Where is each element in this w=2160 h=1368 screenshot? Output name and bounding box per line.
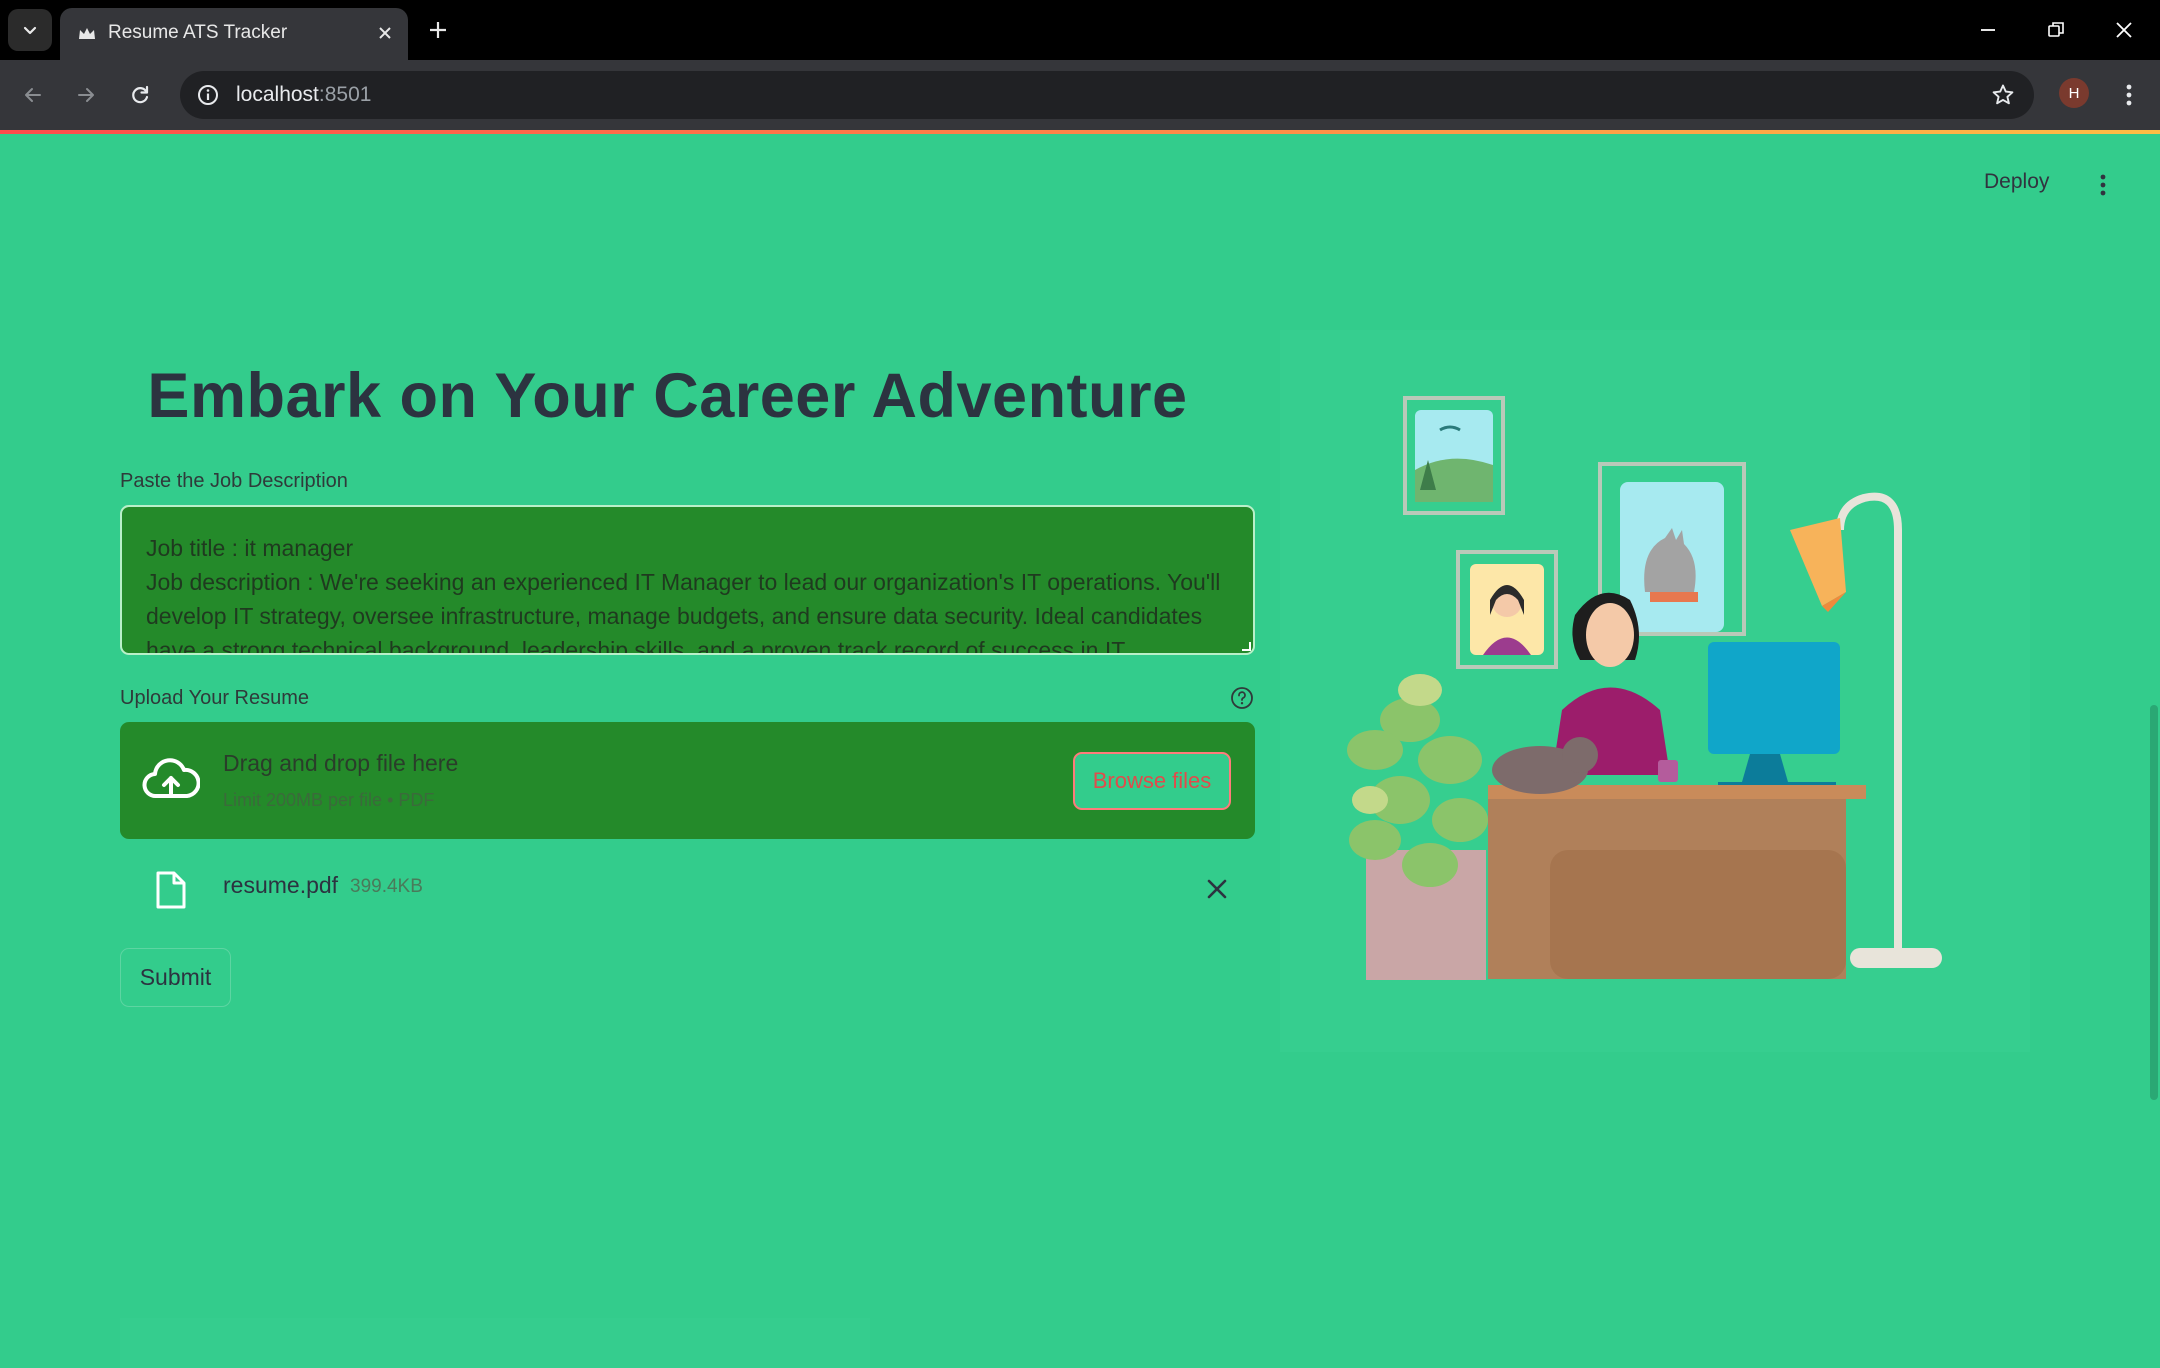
- resize-handle[interactable]: [1242, 642, 1251, 651]
- browser-tab-bar: Resume ATS Tracker: [0, 0, 2160, 60]
- url-text: localhost:8501: [236, 83, 372, 106]
- app-menu-icon[interactable]: [2090, 170, 2116, 200]
- site-info-icon[interactable]: [192, 79, 224, 111]
- file-dropzone[interactable]: Drag and drop file here Limit 200MB per …: [120, 722, 1255, 839]
- close-tab-icon[interactable]: [374, 22, 396, 44]
- browser-tab[interactable]: Resume ATS Tracker: [60, 8, 408, 60]
- file-icon: [156, 871, 186, 909]
- job-description-text: Job title : it manager Job description :…: [146, 535, 1221, 655]
- chevron-down-icon: [23, 26, 37, 35]
- back-icon[interactable]: [14, 76, 52, 114]
- restore-icon[interactable]: [2036, 12, 2076, 48]
- deploy-button[interactable]: Deploy: [1984, 170, 2049, 194]
- scrollbar-thumb[interactable]: [2150, 705, 2158, 1100]
- file-size: 399.4KB: [350, 876, 423, 897]
- file-name: resume.pdf: [223, 872, 339, 898]
- browser-toolbar: localhost:8501 H: [0, 60, 2160, 130]
- page-title: Embark on Your Career Adventure: [147, 361, 1188, 431]
- header-decoration: [0, 130, 2160, 134]
- new-tab-icon[interactable]: [422, 14, 454, 46]
- address-bar[interactable]: localhost:8501: [180, 71, 2034, 119]
- reload-icon[interactable]: [121, 76, 159, 114]
- close-window-icon[interactable]: [2104, 12, 2144, 48]
- submit-button[interactable]: Submit: [120, 948, 231, 1007]
- dropzone-title: Drag and drop file here: [223, 750, 459, 776]
- tab-title: Resume ATS Tracker: [108, 22, 288, 43]
- content-placeholder: [120, 1318, 870, 1368]
- job-description-textarea[interactable]: Job title : it manager Job description :…: [120, 505, 1255, 655]
- career-illustration: [1280, 330, 2030, 1052]
- tab-list-button[interactable]: [8, 9, 52, 51]
- job-description-label: Paste the Job Description: [120, 470, 348, 492]
- minimize-icon[interactable]: [1968, 12, 2008, 48]
- upload-resume-label: Upload Your Resume: [120, 687, 310, 709]
- cloud-upload-icon: [142, 758, 200, 798]
- forward-icon[interactable]: [67, 76, 105, 114]
- dropzone-limit: Limit 200MB per file • PDF: [223, 790, 435, 810]
- help-icon[interactable]: [1230, 686, 1254, 710]
- profile-avatar[interactable]: H: [2059, 78, 2089, 108]
- uploaded-file: resume.pdf 399.4KB: [120, 862, 1255, 922]
- browse-files-button[interactable]: Browse files: [1073, 752, 1231, 810]
- remove-file-icon[interactable]: [1204, 876, 1230, 902]
- bookmark-star-icon[interactable]: [1988, 80, 2018, 110]
- chrome-menu-icon[interactable]: [2112, 76, 2146, 114]
- crown-favicon-icon: [79, 28, 95, 39]
